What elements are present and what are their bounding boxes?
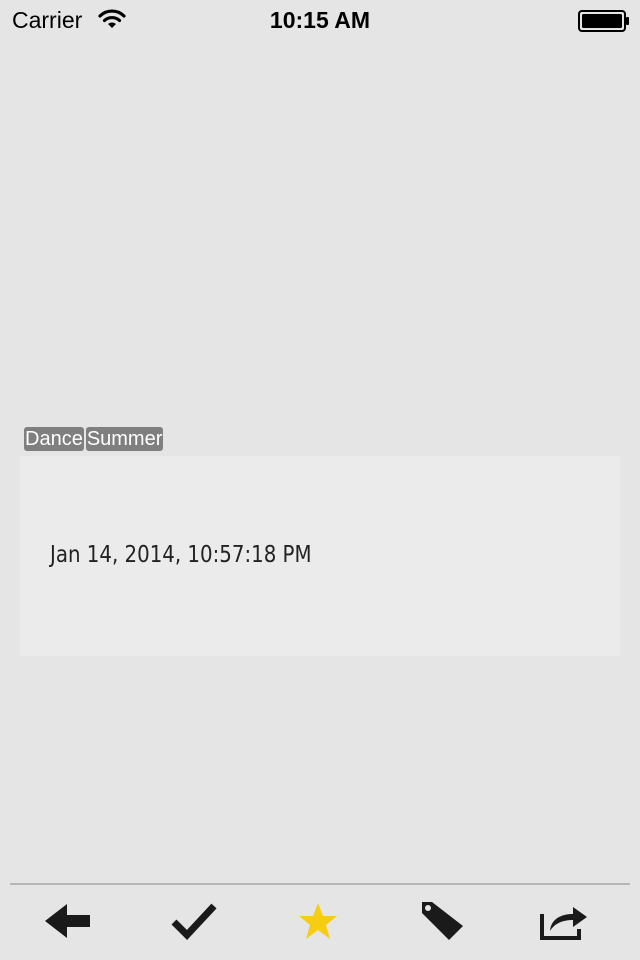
checkmark-icon: [171, 903, 217, 941]
note-card[interactable]: Jan 14, 2014, 10:57:18 PM: [20, 456, 620, 656]
tag-chip-summer[interactable]: Summer: [85, 427, 164, 451]
tag-chip-dance[interactable]: Dance: [24, 427, 84, 451]
tag-icon: [422, 902, 463, 940]
share-icon: [540, 907, 587, 940]
star-icon: [299, 903, 337, 939]
favorite-button[interactable]: [288, 899, 348, 943]
tag-button[interactable]: [413, 899, 473, 943]
share-button[interactable]: [535, 899, 595, 943]
back-button[interactable]: [38, 899, 98, 943]
toolbar-divider: [10, 883, 630, 885]
status-bar: Carrier 10:15 AM: [0, 0, 640, 40]
bottom-toolbar: [0, 883, 640, 960]
battery-icon: [578, 10, 629, 32]
back-arrow-icon: [45, 904, 90, 938]
note-date: Jan 14, 2014, 10:57:18 PM: [50, 542, 312, 568]
complete-button[interactable]: [164, 899, 224, 943]
status-time: 10:15 AM: [269, 7, 371, 33]
tag-list: Dance Summer: [24, 427, 164, 451]
